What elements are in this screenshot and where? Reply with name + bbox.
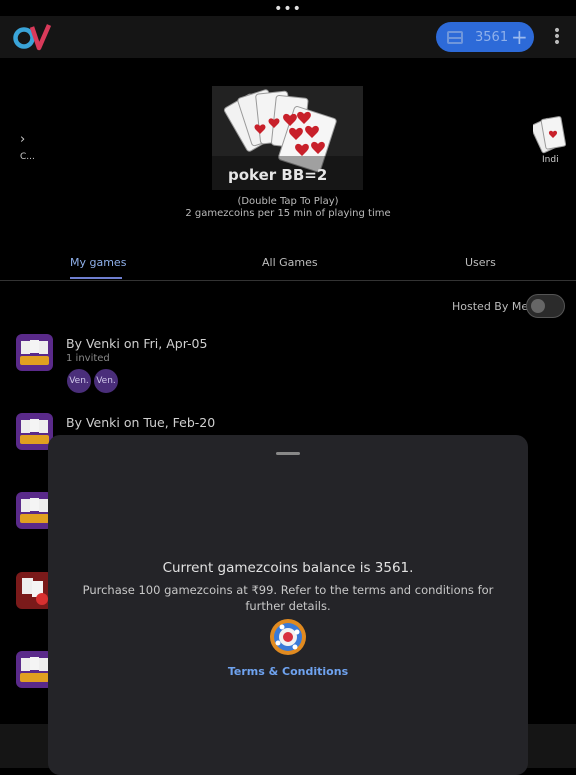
avatar: Ven.	[67, 369, 91, 393]
tab-users[interactable]: Users	[465, 256, 496, 269]
rummy-game-icon	[16, 334, 53, 371]
game-row-title: By Venki on Tue, Feb-20	[66, 415, 216, 430]
more-menu-icon[interactable]: • • •	[552, 24, 562, 50]
tab-bar: My games All Games Users	[0, 248, 576, 281]
terms-link[interactable]: Terms & Conditions	[48, 665, 528, 678]
poker-chip-icon	[269, 618, 307, 656]
avatar: Ven.	[94, 369, 118, 393]
carousel-prev-label: C...	[20, 152, 35, 162]
coins-count: 3561	[475, 29, 509, 45]
carousel-next-item[interactable]	[533, 112, 576, 156]
app-bar: 3561 + • • •	[0, 16, 576, 58]
active-tab-indicator	[70, 277, 122, 279]
invited-count: 1 invited	[66, 353, 110, 364]
carousel-prev-item[interactable]: › C...	[20, 132, 35, 162]
coin-chest-icon	[447, 30, 463, 44]
toggle-knob	[531, 299, 545, 313]
window-handle: •••	[274, 1, 302, 17]
app-logo	[13, 24, 52, 51]
tap-hint: (Double Tap To Play)	[237, 196, 339, 207]
tab-my-games[interactable]: My games	[70, 256, 126, 269]
featured-game-title: poker BB=2	[228, 166, 328, 184]
sheet-drag-handle[interactable]	[276, 452, 300, 455]
hosted-by-me-toggle[interactable]	[526, 294, 565, 318]
plus-icon: +	[511, 25, 528, 49]
gamezcoins-bottom-sheet: Current gamezcoins balance is 3561. Purc…	[48, 435, 528, 775]
hosted-by-me-label: Hosted By Me	[452, 300, 529, 313]
balance-text: Current gamezcoins balance is 3561.	[162, 560, 414, 576]
coin-rate-text: 2 gamezcoins per 15 min of playing time	[185, 208, 391, 219]
game-row-title: By Venki on Fri, Apr-05	[66, 336, 208, 351]
chevron-right-icon: ›	[20, 132, 26, 147]
cards-thumbnail	[533, 116, 567, 154]
coins-balance-button[interactable]: 3561 +	[436, 22, 534, 52]
carousel-next-label: Indi	[542, 155, 559, 165]
purchase-info: Purchase 100 gamezcoins at ₹99. Refer to…	[82, 583, 494, 613]
tab-all-games[interactable]: All Games	[262, 256, 318, 269]
